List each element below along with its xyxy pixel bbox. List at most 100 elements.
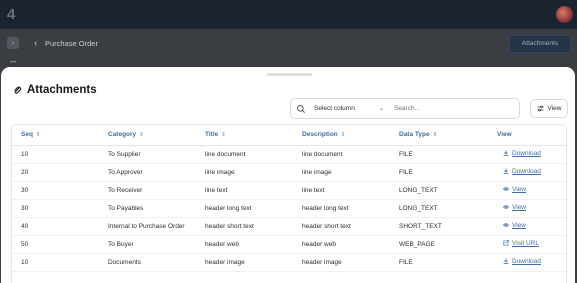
attachments-button-label: Attachments — [521, 40, 559, 47]
cell-title: line document — [205, 145, 302, 164]
cell-category: To Receiver — [108, 181, 205, 200]
column-select-value: Select column — [314, 105, 355, 112]
table-header-row: Seq ⇕ Category ⇕ Title ⇕ Description ⇕ Data … — [12, 125, 566, 146]
cell-seq: 10 — [12, 253, 108, 272]
cell-description: header image — [302, 253, 399, 272]
back-arrow-icon[interactable]: ‹ — [34, 38, 37, 49]
cell-description: header short text — [302, 217, 399, 236]
cell-seq: 30 — [12, 199, 108, 218]
column-header-category[interactable]: Category ⇕ — [108, 125, 205, 146]
cell-description: header web — [302, 235, 399, 254]
sort-icon: ⇕ — [221, 132, 226, 139]
table-row[interactable]: 30 To Payables header long text header long… — [12, 199, 566, 218]
cell-title: line text — [205, 181, 302, 200]
cell-seq: 40 — [12, 217, 108, 236]
cell-description: line image — [302, 163, 399, 182]
paperclip-icon — [14, 86, 22, 94]
view-action-link[interactable]: Download — [503, 168, 541, 175]
cell-view: Download — [497, 163, 566, 182]
modal-title-text: Attachments — [27, 84, 97, 96]
cell-description: header long text — [302, 199, 399, 218]
cell-data-type: FILE — [399, 253, 497, 272]
sort-icon: ⇕ — [340, 132, 346, 139]
sort-icon: ⇕ — [432, 132, 438, 139]
attachments-modal: Attachments Select column ⌄ View Seq⇕ Ca… — [1, 67, 575, 283]
cell-seq: 10 — [12, 145, 108, 164]
cell-seq: 30 — [12, 181, 108, 200]
view-action-label: Download — [512, 149, 541, 157]
column-header-seq[interactable]: Seq ⇕ — [12, 125, 108, 146]
cell-seq: 20 — [12, 163, 108, 182]
page-title: Purchase Order — [45, 39, 98, 48]
view-button-label: View — [547, 105, 562, 112]
table-row[interactable]: 30 To Receiver line text line text LONG_TEXT… — [12, 181, 566, 200]
search-bar: Select column ⌄ — [290, 98, 520, 119]
user-avatar[interactable] — [556, 6, 573, 23]
column-header-data-type[interactable]: Data Type ⇕ — [399, 125, 497, 146]
table-row[interactable]: 20 To Approver line image line image FILE Dow… — [12, 163, 566, 182]
column-select[interactable]: Select column ⌄ — [314, 105, 384, 112]
view-action-link[interactable]: Download — [503, 150, 541, 157]
cell-view: Download — [497, 145, 566, 164]
chevron-down-icon: ⌄ — [378, 106, 384, 112]
sort-icon: ⇕ — [139, 132, 144, 139]
cell-view: Visit URL — [497, 235, 566, 254]
column-header-title[interactable]: Title ⇕ — [205, 125, 302, 146]
cell-category: To Approver — [108, 163, 205, 182]
cell-title: header image — [205, 253, 302, 272]
cell-view: View — [497, 217, 566, 236]
modal-title: Attachments — [13, 84, 97, 96]
cell-view: View — [497, 181, 566, 200]
cell-seq: 50 — [12, 235, 108, 254]
download-icon — [503, 258, 509, 265]
attachments-button[interactable]: Attachments — [509, 35, 571, 53]
table-row[interactable]: 40 Internal to Purchase Order header short… — [12, 217, 566, 236]
table-row[interactable]: 50 To Buyer header web header web WEB_PAGE Vi… — [12, 235, 566, 254]
cell-data-type: FILE — [399, 163, 497, 182]
table-row[interactable]: 10 To Supplier line document line document F… — [12, 145, 566, 164]
cell-title: header short text — [205, 217, 302, 236]
cell-title: header web — [205, 235, 302, 254]
view-action-label: View — [512, 203, 526, 211]
view-action-link[interactable]: Visit URL — [503, 240, 539, 247]
view-action-link[interactable]: View — [503, 186, 526, 193]
sliders-icon — [536, 105, 544, 112]
more-icon[interactable]: ••• — [10, 60, 16, 66]
search-icon — [297, 104, 305, 113]
cell-description: line document — [302, 145, 399, 164]
view-action-label: Visit URL — [512, 239, 539, 247]
table-row[interactable]: 10 Documents header image header image FILE D… — [12, 253, 566, 272]
cell-category: To Payables — [108, 199, 205, 218]
view-action-label: View — [512, 221, 526, 229]
cell-title: header long text — [205, 199, 302, 218]
view-action-label: View — [512, 185, 526, 193]
app-logo[interactable]: 4 — [7, 7, 21, 22]
eye-icon — [503, 222, 509, 228]
column-header-view: View — [497, 125, 566, 146]
sidebar-toggle-icon[interactable]: › — [7, 37, 19, 49]
view-action-link[interactable]: View — [503, 222, 526, 229]
top-app-bar: 4 — [0, 0, 577, 29]
search-input[interactable] — [394, 105, 504, 112]
cell-view: View — [497, 199, 566, 218]
download-icon — [503, 168, 509, 175]
cell-data-type: LONG_TEXT — [399, 199, 497, 218]
drag-handle[interactable] — [267, 73, 312, 76]
download-icon — [503, 150, 509, 157]
cell-category: To Buyer — [108, 235, 205, 254]
external-link-icon — [503, 240, 509, 246]
column-header-description[interactable]: Description ⇕ — [302, 125, 399, 146]
eye-icon — [503, 186, 509, 192]
view-button[interactable]: View — [530, 99, 568, 118]
cell-title: line image — [205, 163, 302, 182]
attachments-table: Seq ⇕ Category ⇕ Title ⇕ Description ⇕ Data … — [11, 124, 567, 283]
cell-data-type: LONG_TEXT — [399, 181, 497, 200]
view-action-label: Download — [512, 167, 541, 175]
view-action-link[interactable]: View — [503, 204, 526, 211]
cell-category: Documents — [108, 253, 205, 272]
view-action-link[interactable]: Download — [503, 258, 541, 265]
cell-data-type: FILE — [399, 145, 497, 164]
cell-data-type: SHORT_TEXT — [399, 217, 497, 236]
cell-category: To Supplier — [108, 145, 205, 164]
view-action-label: Download — [512, 257, 541, 265]
